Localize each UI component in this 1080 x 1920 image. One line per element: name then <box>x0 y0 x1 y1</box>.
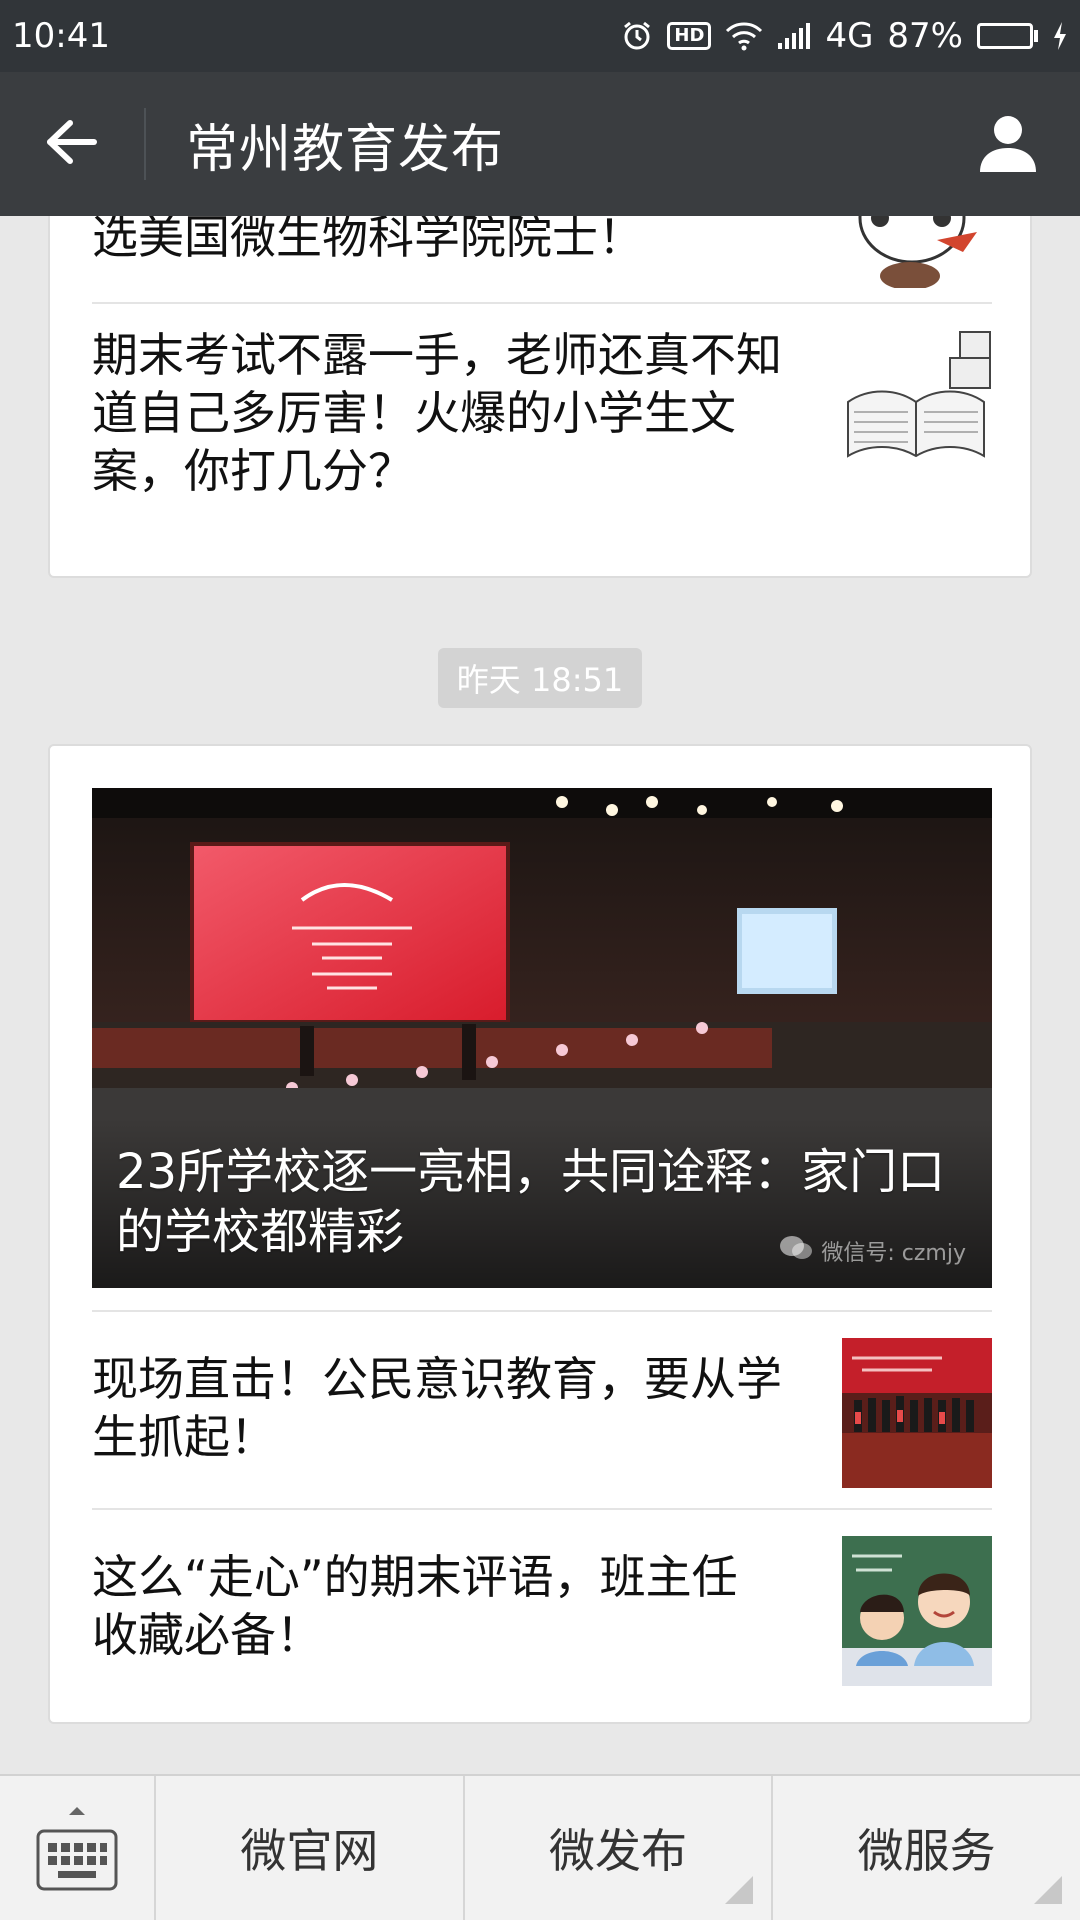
title-divider <box>144 108 146 180</box>
signal-icon <box>777 21 811 51</box>
message-feed[interactable]: 选美国微生物科学院院士！ 期末考试不露一手，老师还真不知道自己多厉害！火爆的小学… <box>0 216 1080 1774</box>
wechat-icon <box>779 1234 813 1268</box>
person-icon <box>976 110 1040 178</box>
article-item[interactable]: 选美国微生物科学院院士！ <box>92 216 992 288</box>
menu-label: 微发布 <box>549 1824 687 1878</box>
item-divider <box>92 302 992 304</box>
title-bar: 常州教育发布 <box>0 72 1080 216</box>
battery-percent: 87% <box>887 16 963 56</box>
network-type: 4G <box>825 16 874 56</box>
wifi-icon <box>725 21 763 51</box>
article-item[interactable]: 现场直击！公民意识教育，要从学生抓起！ <box>92 1338 992 1488</box>
page-title: 常州教育发布 <box>186 119 505 180</box>
article-title: 选美国微生物科学院院士！ <box>92 216 644 264</box>
watermark: 微信号: czmjy <box>779 1234 966 1268</box>
article-thumbnail <box>842 216 992 288</box>
menu-label: 微官网 <box>240 1824 379 1878</box>
bottom-menu: 微官网 微发布 微服务 <box>0 1774 1080 1920</box>
article-card: 选美国微生物科学院院士！ 期末考试不露一手，老师还真不知道自己多厉害！火爆的小学… <box>48 216 1032 578</box>
keyboard-toggle-button[interactable] <box>0 1776 156 1920</box>
status-bar: 10:41 HD 4G 87% <box>0 0 1080 72</box>
item-divider <box>92 1310 992 1312</box>
article-title: 期末考试不露一手，老师还真不知道自己多厉害！火爆的小学生文案，你打几分？ <box>92 328 782 498</box>
submenu-indicator-icon <box>725 1876 754 1904</box>
menu-weifuwu[interactable]: 微服务 <box>773 1776 1080 1920</box>
article-item[interactable]: 期末考试不露一手，老师还真不知道自己多厉害！火爆的小学生文案，你打几分？ <box>92 328 992 500</box>
alarm-icon <box>621 20 653 52</box>
menu-weiguanwang[interactable]: 微官网 <box>156 1776 465 1920</box>
chevron-up-icon <box>67 1802 87 1821</box>
timestamp-badge: 昨天 18:51 <box>438 648 642 708</box>
status-time: 10:41 <box>12 16 110 56</box>
submenu-indicator-icon <box>1034 1876 1063 1904</box>
article-thumbnail <box>842 1338 992 1488</box>
keyboard-icon <box>36 1829 118 1895</box>
cover-article[interactable]: 23所学校逐一亮相，共同诠释：家门口的学校都精彩 微信号: czmjy <box>92 788 992 1288</box>
menu-label: 微服务 <box>857 1824 996 1878</box>
hd-icon: HD <box>667 22 712 50</box>
menu-weifabu[interactable]: 微发布 <box>465 1776 774 1920</box>
back-button[interactable] <box>0 72 144 216</box>
watermark-text: 微信号: czmjy <box>821 1241 966 1266</box>
profile-button[interactable] <box>936 72 1080 216</box>
article-item[interactable]: 这么“走心”的期末评语，班主任收藏必备！ <box>92 1536 992 1686</box>
article-card: 23所学校逐一亮相，共同诠释：家门口的学校都精彩 微信号: czmjy 现场直击… <box>48 744 1032 1724</box>
arrow-left-icon <box>46 119 98 169</box>
article-title: 这么“走心”的期末评语，班主任收藏必备！ <box>92 1550 738 1662</box>
charging-icon <box>1052 21 1068 51</box>
status-icons: HD 4G 87% <box>621 16 1068 56</box>
battery-icon <box>977 23 1038 49</box>
article-thumbnail <box>842 328 992 478</box>
article-thumbnail <box>842 1536 992 1686</box>
article-title: 现场直击！公民意识教育，要从学生抓起！ <box>92 1352 782 1464</box>
item-divider <box>92 1508 992 1510</box>
